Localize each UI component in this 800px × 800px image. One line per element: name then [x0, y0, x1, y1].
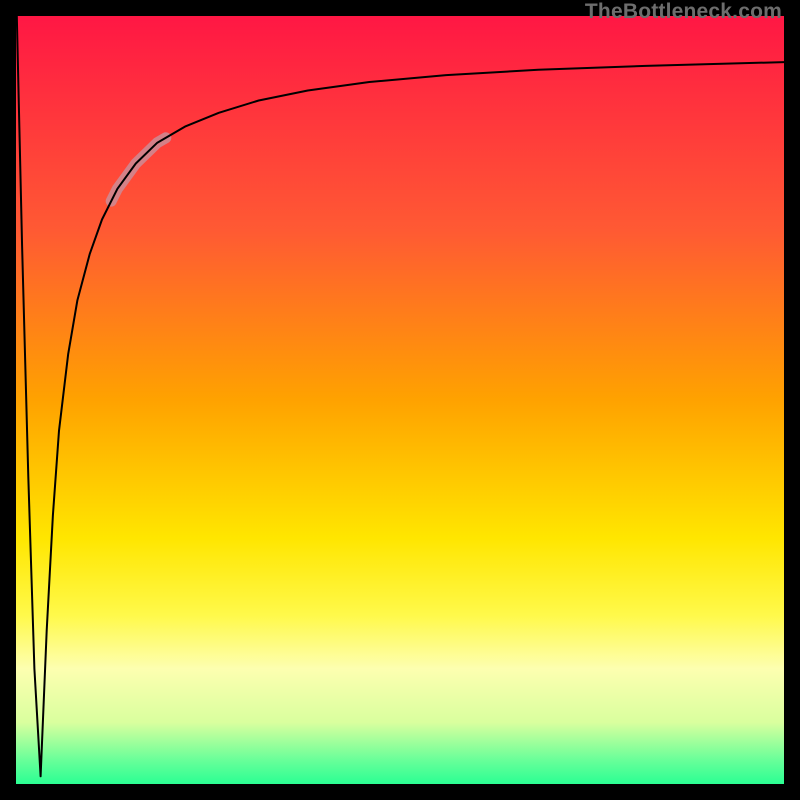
curve-layer [16, 16, 784, 784]
curve-highlight [111, 138, 166, 201]
watermark-text: TheBottleneck.com [585, 0, 782, 24]
chart-frame: TheBottleneck.com [0, 0, 800, 800]
bottleneck-curve [17, 16, 784, 776]
